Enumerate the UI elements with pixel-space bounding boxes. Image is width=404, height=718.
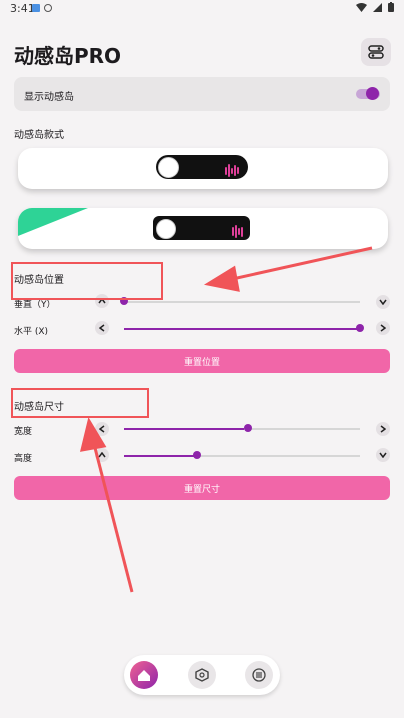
nav-hexagon[interactable]: [188, 661, 216, 689]
arrow-head-1: [203, 265, 240, 292]
nav-home[interactable]: [130, 661, 158, 689]
annotation-arrows: [80, 246, 373, 593]
nav-menu[interactable]: [245, 661, 273, 689]
arrow-head-2: [80, 417, 107, 452]
menu-icon: [252, 668, 266, 682]
hexagon-icon: [195, 668, 209, 682]
home-icon: [138, 669, 150, 681]
arrow-line-2: [92, 443, 134, 593]
arrow-line-1: [227, 246, 373, 282]
